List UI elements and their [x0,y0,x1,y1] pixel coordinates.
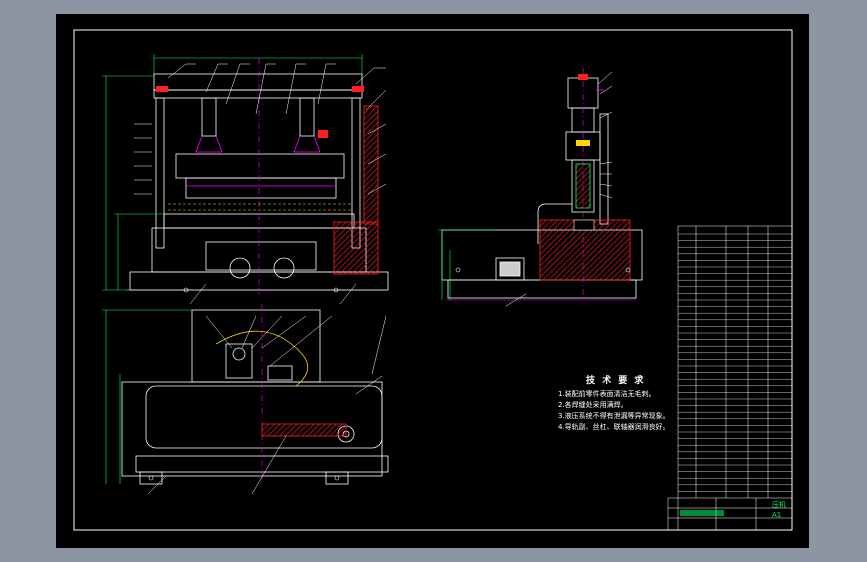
parts-list [677,225,793,531]
front-column-section [363,105,379,225]
title-block-label: 压机 [772,501,786,509]
title-block-sheet: A1 [772,511,782,519]
requirement-1: 1.装配前零件表面清洁无毛刺。 [558,390,656,398]
top-dimensions [102,309,192,484]
front-side-section [333,221,379,275]
requirement-3: 3.液压系统不得有泄漏等异常现象。 [558,412,670,420]
requirement-4: 4.导轨副、丝杠、联轴器润滑良好。 [558,423,670,431]
front-dimensions [102,54,363,291]
top-view [121,309,389,485]
side-dimensions [438,229,496,300]
technical-requirements-title: 技 术 要 求 [586,376,646,386]
top-rack-section [261,423,347,437]
assembly-drawing [73,29,793,531]
requirement-2: 2.各焊缝处采用满焊。 [558,401,628,409]
top-leaders [147,315,387,495]
parts-list-rows [678,233,792,492]
cad-model-space[interactable]: 技 术 要 求 1.装配前零件表面清洁无毛刺。 2.各焊缝处采用满焊。 3.液压… [56,14,809,548]
side-ram-section [575,163,591,209]
technical-requirements: 技 术 要 求 1.装配前零件表面清洁无毛刺。 2.各焊缝处采用满焊。 3.液压… [558,376,670,433]
